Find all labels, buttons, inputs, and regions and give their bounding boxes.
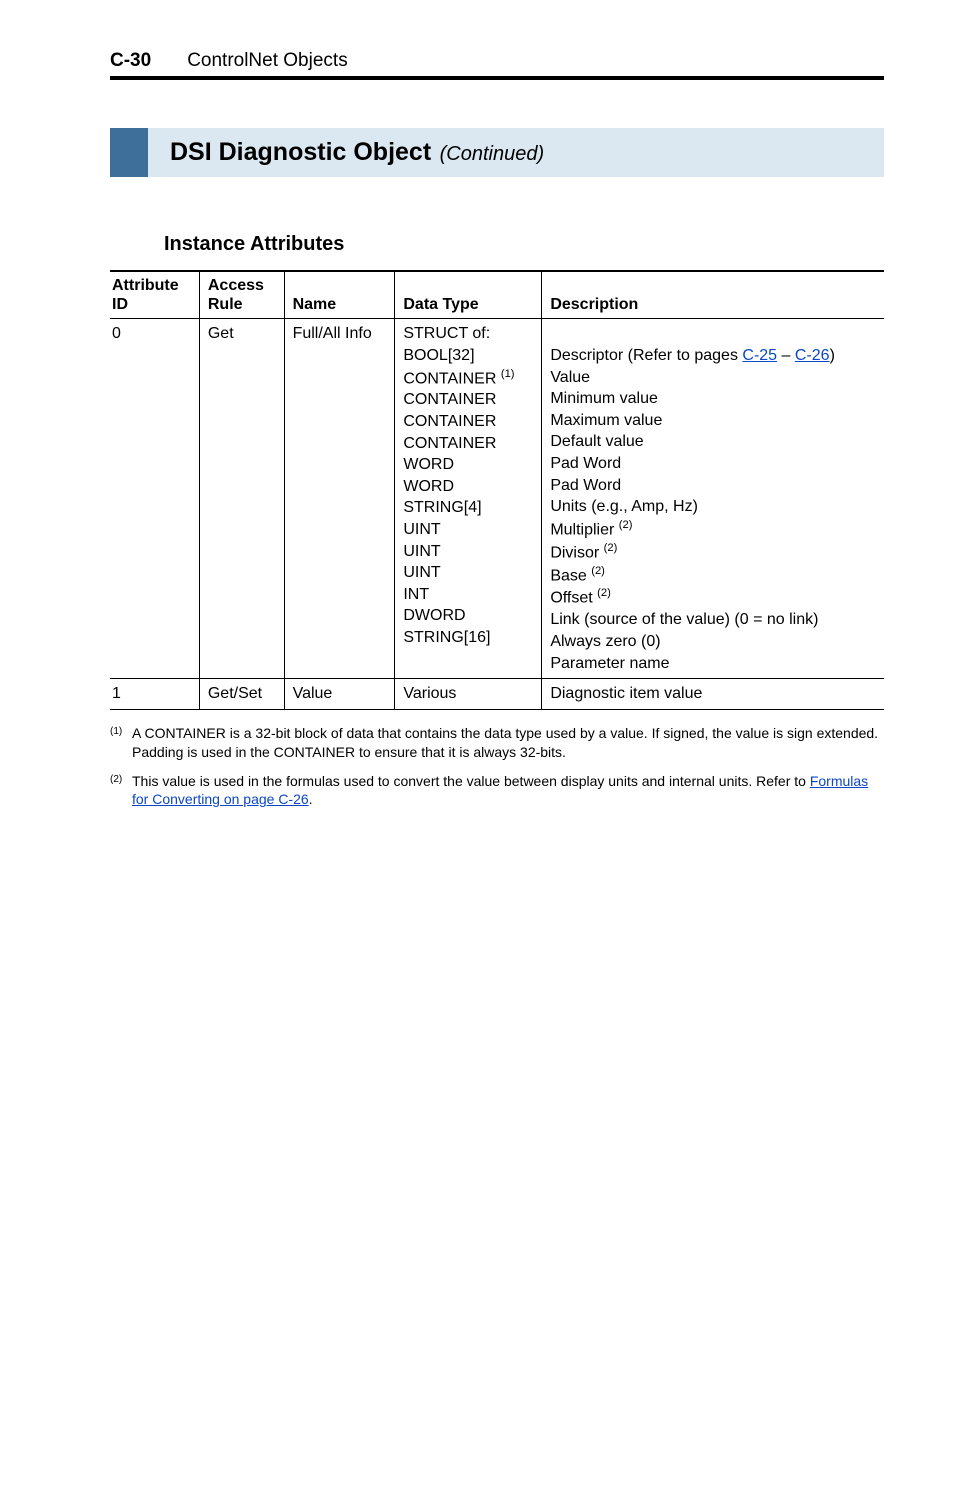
footnote-text-part: This value is used in the formulas used … xyxy=(132,773,810,789)
instance-attributes-table: Attribute ID Access Rule Name Data Type … xyxy=(110,270,884,710)
cell-description: Descriptor (Refer to pages C-25 – C-26) … xyxy=(542,319,884,679)
col-header-data-type: Data Type xyxy=(395,271,542,319)
col-header-description: Description xyxy=(542,271,884,319)
desc-line: ) xyxy=(830,347,835,364)
desc-line: Always zero (0) xyxy=(550,633,660,650)
data-type-line: WORD xyxy=(403,456,454,473)
desc-line: Descriptor (Refer to pages xyxy=(550,347,742,364)
table-row: 1 Get/Set Value Various Diagnostic item … xyxy=(110,679,884,710)
desc-line: Maximum value xyxy=(550,412,662,429)
section-title: DSI Diagnostic Object xyxy=(170,138,431,166)
cell-name: Full/All Info xyxy=(284,319,395,679)
page-number: C-30 xyxy=(110,50,151,72)
desc-line: Units (e.g., Amp, Hz) xyxy=(550,498,698,515)
data-type-line: CONTAINER xyxy=(403,413,496,430)
data-type-line: UINT xyxy=(403,521,440,538)
data-type-line: WORD xyxy=(403,478,454,495)
col-header-text: Name xyxy=(293,296,337,313)
col-header-access-rule: Access Rule xyxy=(199,271,284,319)
subsection-heading: Instance Attributes xyxy=(164,233,884,256)
col-header-text: ID xyxy=(112,296,128,313)
desc-line: Link (source of the value) (0 = no link) xyxy=(550,611,818,628)
footnote-number: (2) xyxy=(110,772,132,810)
col-header-text: Description xyxy=(550,296,638,313)
desc-line: Value xyxy=(550,369,590,386)
data-type-line: STRUCT of: xyxy=(403,325,490,342)
footnote-text: A CONTAINER is a 32-bit block of data th… xyxy=(132,724,884,762)
footnote-ref: (2) xyxy=(604,542,618,554)
cell-access: Get/Set xyxy=(199,679,284,710)
footnote: (2) This value is used in the formulas u… xyxy=(110,772,884,810)
cell-access: Get xyxy=(199,319,284,679)
cell-name: Value xyxy=(284,679,395,710)
footnote-text: This value is used in the formulas used … xyxy=(132,772,884,810)
desc-line: Offset xyxy=(550,590,597,607)
desc-line: Base xyxy=(550,567,591,584)
desc-line: – xyxy=(777,347,795,364)
desc-line: Default value xyxy=(550,433,643,450)
col-header-text: Data Type xyxy=(403,296,478,313)
desc-line: Parameter name xyxy=(550,655,669,672)
data-type-line: INT xyxy=(403,586,429,603)
desc-line: Pad Word xyxy=(550,477,621,494)
footnote-ref: (2) xyxy=(591,565,605,577)
data-type-line: UINT xyxy=(403,564,440,581)
data-type-line: STRING[16] xyxy=(403,629,490,646)
data-type-line: UINT xyxy=(403,543,440,560)
section-continued: (Continued) xyxy=(440,143,545,165)
cell-data-type: Various xyxy=(395,679,542,710)
cell-attr-id: 1 xyxy=(110,679,199,710)
col-header-text: Rule xyxy=(208,296,243,313)
table-row: 0 Get Full/All Info STRUCT of: BOOL[32] … xyxy=(110,319,884,679)
data-type-line: DWORD xyxy=(403,607,465,624)
page-link[interactable]: C-25 xyxy=(742,347,777,364)
footnote-ref: (2) xyxy=(619,519,633,531)
chapter-title: ControlNet Objects xyxy=(187,50,348,72)
cell-description: Diagnostic item value xyxy=(542,679,884,710)
footnote-ref: (2) xyxy=(597,587,611,599)
page-link[interactable]: C-26 xyxy=(795,347,830,364)
data-type-line: CONTAINER xyxy=(403,391,496,408)
data-type-line: CONTAINER xyxy=(403,435,496,452)
desc-line: Pad Word xyxy=(550,455,621,472)
footnote-ref: (1) xyxy=(501,368,515,380)
desc-line: Divisor xyxy=(550,544,603,561)
footnotes: (1) A CONTAINER is a 32-bit block of dat… xyxy=(110,724,884,810)
col-header-name: Name xyxy=(284,271,395,319)
col-header-text: Access xyxy=(208,277,264,294)
cell-attr-id: 0 xyxy=(110,319,199,679)
desc-line: Multiplier xyxy=(550,521,618,538)
footnote-text-part: . xyxy=(309,791,313,807)
section-title-bar: DSI Diagnostic Object (Continued) xyxy=(110,128,884,177)
page-header: C-30 ControlNet Objects xyxy=(110,50,884,72)
data-type-line: CONTAINER xyxy=(403,370,500,387)
col-header-text: Attribute xyxy=(112,277,179,294)
footnote-number: (1) xyxy=(110,724,132,762)
col-header-attribute-id: Attribute ID xyxy=(110,271,199,319)
desc-line: Minimum value xyxy=(550,390,658,407)
header-rule xyxy=(110,76,884,80)
data-type-line: BOOL[32] xyxy=(403,347,474,364)
cell-data-type: STRUCT of: BOOL[32] CONTAINER (1) CONTAI… xyxy=(395,319,542,679)
data-type-line: STRING[4] xyxy=(403,499,481,516)
footnote: (1) A CONTAINER is a 32-bit block of dat… xyxy=(110,724,884,762)
